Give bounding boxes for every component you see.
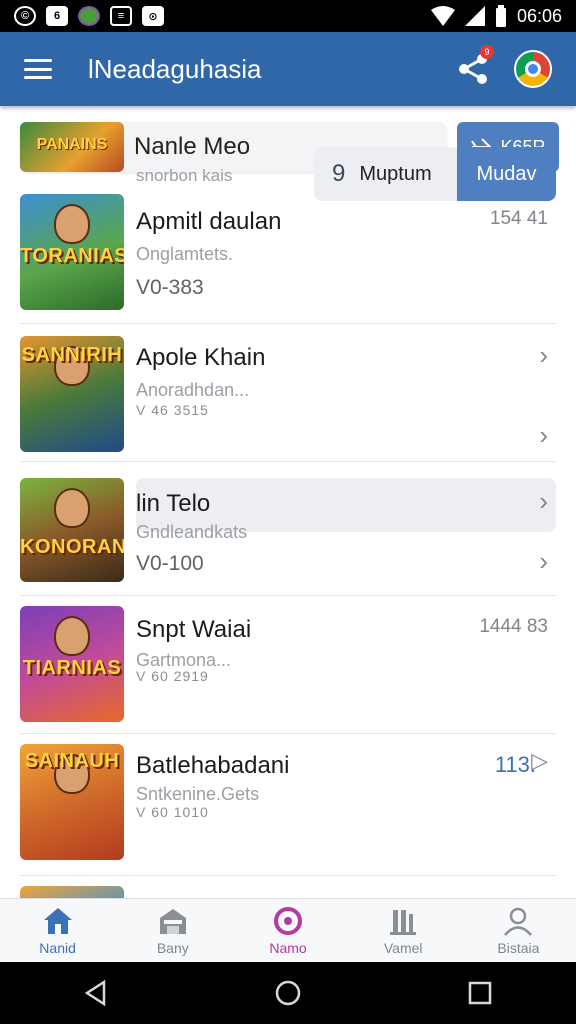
segment-prefix-icon: 9 [332,160,346,187]
game-thumbnail: TIARNIAS [20,606,124,722]
nav-label: Bistaia [497,939,540,956]
nav-item-profile[interactable]: Bistaia [461,899,576,962]
nav-label: Vamel [383,939,423,956]
game-thumbnail: KONORAN [20,478,124,582]
chevron-right-icon[interactable]: › [539,340,548,371]
bottom-navigation: Nanid Bany Namo Vamel Bistaia [0,898,576,962]
nav-item-library[interactable]: Vamel [346,899,461,962]
share-button[interactable]: 9 [456,45,494,87]
app-notification-icon [78,6,100,26]
featured-thumbnail: PANAINS [20,122,124,172]
list-item[interactable]: TIARNIAS Snpt Waiai Gartmona... V 60 291… [20,596,556,734]
app-title: lNeadaguhasia [88,53,262,84]
item-title: Apmitl daulan [136,208,282,235]
item-version: V 60 2919 [136,668,209,684]
featured-thumb-label: PANAINS [36,136,108,153]
back-icon[interactable] [82,979,110,1007]
signal-icon [464,6,485,26]
game-thumbnail: SAINAUH [20,744,124,860]
clock: 06:06 [516,5,562,26]
segment-right-label: Mudav [476,162,537,185]
item-subtitle: Gndleandkats [136,522,248,542]
nav-label: Namo [269,939,307,956]
chevron-right-icon[interactable]: › [539,420,548,451]
browser-icon[interactable] [514,50,552,88]
store-icon [157,906,189,936]
list-item[interactable]: SANNIRIH Apole Khain Anoradhdan... V 46 … [20,324,556,462]
game-thumbnail [20,886,124,898]
chevron-right-icon[interactable]: › [539,546,548,577]
nav-label: Nanid [39,939,76,956]
item-subtitle: Sntkenine.Gets [136,784,260,804]
chevron-right-icon[interactable]: › [539,486,548,517]
item-version: V0-100 [136,552,204,575]
list-item[interactable]: TORANIAS Apmitl daulan Onglamtets. V0-38… [20,186,556,324]
menu-icon[interactable] [24,59,52,79]
segment-left-label: Muptum [359,162,432,185]
nav-item-home[interactable]: Nanid [0,899,115,962]
list-item[interactable]: KONORAN lin Telo Gndleandkats V0-100 › › [20,462,556,596]
featured-title: Nanle Meo [134,133,251,160]
person-icon [502,906,534,936]
battery-icon [495,5,506,27]
item-meta: 113. [494,752,536,777]
image-icon: ≡ [110,6,132,26]
columns-icon [387,906,419,936]
copyright-icon: © [14,6,36,26]
home-icon [42,906,74,936]
item-title: Batlehabadani [136,752,290,779]
circle-target-icon [272,906,304,936]
item-meta: 1444 83 [479,616,548,637]
list-item[interactable]: SAINAUH Batlehabadani Sntkenine.Gets V 6… [20,734,556,876]
item-version: V 60 1010 [136,804,209,820]
thumb-label: TIARNIAS [22,657,122,680]
status-bar: © 6 ≡ ⊙ 06:06 [0,0,576,32]
item-title: lin Telo [136,490,211,517]
nav-label: Bany [156,939,189,956]
notification-6-icon: 6 [46,6,68,26]
segment-right[interactable]: Mudav [457,147,556,201]
thumb-label: TORANIAS [20,245,124,268]
system-navigation [0,962,576,1024]
game-icon: ⊙ [142,6,164,26]
item-title: Snpt Waiai [136,616,252,643]
segment-left[interactable]: 9 Muptum [314,147,457,201]
item-subtitle: Anoradhdan... [136,380,250,400]
game-thumbnail: SANNIRIH [20,336,124,452]
home-circle-icon[interactable] [274,979,302,1007]
wifi-icon [430,6,455,26]
item-subtitle: Onglamtets. [136,244,234,264]
item-title: Apole Khain [136,344,266,371]
item-meta: 154 41 [489,208,548,229]
segmented-control: 9 Muptum Mudav [314,147,556,201]
item-version: V 46 3515 [136,402,209,418]
featured-subtitle: snorbon kais [136,168,233,184]
game-thumbnail: TORANIAS [20,194,124,310]
app-bar: lNeadaguhasia 9 [0,32,576,106]
recents-icon[interactable] [466,979,494,1007]
game-list: PANAINS Nanle Meo snorbon kais K65R TORA… [0,106,576,898]
item-version: V0-383 [136,276,204,299]
list-item[interactable] [20,876,556,898]
thumb-label: SANNIRIH [21,344,123,366]
notification-badge: 9 [480,45,494,59]
chevron-right-icon[interactable]: ▷ [531,748,548,774]
nav-item-center[interactable]: Namo [230,899,345,962]
thumb-label: KONORAN [20,536,124,559]
nav-item-store[interactable]: Bany [115,899,230,962]
thumb-label: SAINAUH [24,750,120,772]
